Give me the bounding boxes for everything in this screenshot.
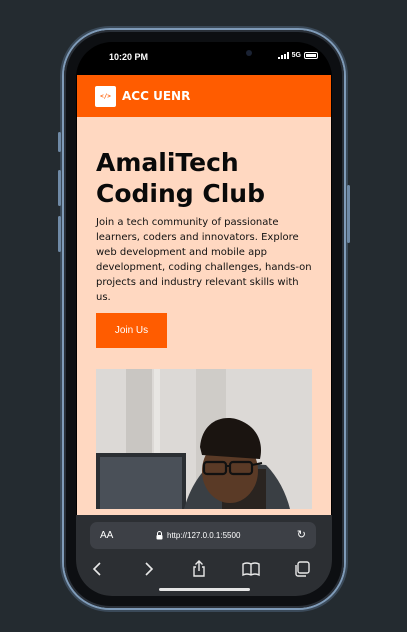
- volume-up-button: [58, 170, 61, 206]
- navbar: </> ACC UENR: [77, 75, 331, 117]
- power-button: [347, 185, 350, 243]
- battery-icon: [304, 52, 318, 59]
- home-indicator[interactable]: [159, 588, 250, 591]
- phone-screen: 10:20 PM 5G </> ACC UENR AmaliTech Codin…: [76, 42, 332, 596]
- hero-photo: [96, 369, 312, 509]
- phone-frame: 10:20 PM 5G </> ACC UENR AmaliTech Codin…: [58, 30, 350, 608]
- hero-title: AmaliTech Coding Club: [96, 148, 265, 208]
- forward-icon[interactable]: [138, 559, 158, 579]
- tabs-icon[interactable]: [292, 559, 312, 579]
- share-icon[interactable]: [189, 559, 209, 579]
- lock-icon: [156, 531, 163, 540]
- text-size-button[interactable]: AA: [100, 530, 113, 541]
- status-indicators: 5G: [277, 52, 318, 59]
- reload-icon[interactable]: ↻: [297, 528, 306, 541]
- hero-section: AmaliTech Coding Club Join a tech commun…: [77, 147, 331, 509]
- hero-description: Join a tech community of passionate lear…: [96, 217, 312, 303]
- bookmarks-icon[interactable]: [241, 559, 261, 579]
- web-page[interactable]: </> ACC UENR AmaliTech Coding Club Join …: [77, 75, 331, 515]
- network-type: 5G: [291, 52, 301, 59]
- status-time: 10:20 PM: [109, 52, 149, 62]
- hero-photo-illustration: [96, 369, 312, 509]
- camera: [246, 50, 252, 56]
- join-us-button[interactable]: Join Us: [96, 313, 167, 348]
- back-icon[interactable]: [88, 559, 108, 579]
- club-logo[interactable]: </>: [95, 85, 116, 107]
- volume-down-button: [58, 216, 61, 252]
- browser-toolbar: [76, 559, 332, 579]
- notch: [154, 42, 254, 68]
- url-text: http://127.0.0.1:5500: [167, 531, 241, 540]
- address-bar[interactable]: AA http://127.0.0.1:5500 ↻: [90, 522, 316, 549]
- browser-chrome: AA http://127.0.0.1:5500 ↻: [76, 515, 332, 596]
- brand-name[interactable]: ACC UENR: [122, 89, 190, 103]
- mute-switch: [58, 132, 61, 152]
- signal-icon: [277, 52, 289, 59]
- url-display[interactable]: http://127.0.0.1:5500: [156, 531, 240, 540]
